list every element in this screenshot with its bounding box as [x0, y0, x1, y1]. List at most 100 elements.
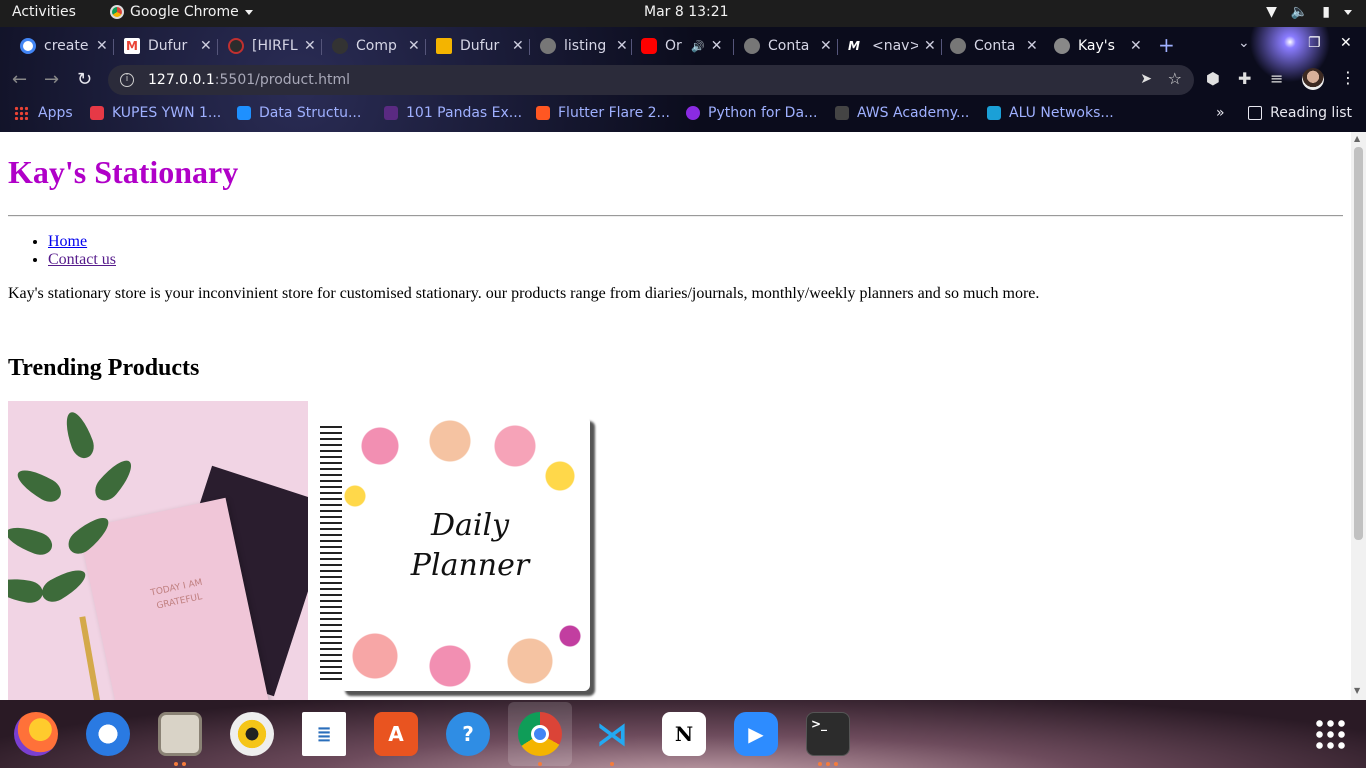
tab-search-button[interactable]: ⌄: [1238, 35, 1250, 51]
bookmark-icon: [686, 106, 700, 120]
tab-title: create: [44, 38, 89, 54]
tab[interactable]: Conta ✕: [744, 33, 832, 59]
tab[interactable]: M Dufur ✕: [124, 33, 212, 59]
bookmark-icon: [90, 106, 104, 120]
close-window-icon[interactable]: ✕: [1340, 35, 1352, 51]
tab[interactable]: create ✕: [20, 33, 108, 59]
scroll-down-icon[interactable]: ▼: [1354, 686, 1360, 695]
bookmark-item[interactable]: Flutter Flare 2...: [536, 105, 670, 121]
vertical-scrollbar[interactable]: ▲ ▼: [1351, 132, 1366, 700]
profile-avatar[interactable]: [1302, 68, 1324, 90]
writer-icon[interactable]: ≣: [302, 712, 346, 756]
tab[interactable]: Dufur ✕: [436, 33, 524, 59]
app-menu[interactable]: Google Chrome: [110, 4, 253, 20]
globe-icon: [540, 38, 556, 54]
bookmark-item[interactable]: Python for Da...: [686, 105, 817, 121]
github-icon: [332, 38, 348, 54]
activities-button[interactable]: Activities: [12, 4, 76, 20]
firefox-icon[interactable]: [14, 712, 58, 756]
close-icon[interactable]: ✕: [200, 38, 212, 54]
globe-icon: [1054, 38, 1070, 54]
tab[interactable]: M <nav> ✕: [848, 33, 936, 59]
product-image-planner[interactable]: Daily Planner: [320, 401, 620, 700]
chrome-dock-icon[interactable]: [518, 712, 562, 756]
menu-kebab-icon[interactable]: ⋮: [1340, 68, 1356, 87]
more-bookmarks-icon[interactable]: »: [1216, 105, 1225, 121]
zoom-icon[interactable]: ▶: [734, 712, 778, 756]
bookmark-star-icon[interactable]: ☆: [1168, 69, 1182, 88]
send-icon[interactable]: ➤: [1140, 71, 1152, 87]
tab-title: <nav>: [872, 38, 918, 54]
reading-list-button[interactable]: Reading list: [1248, 105, 1352, 121]
reload-button[interactable]: ↻: [77, 69, 92, 90]
bookmark-item[interactable]: ALU Netwoks...: [987, 105, 1114, 121]
tab-title: Conta: [974, 38, 1016, 54]
bookmark-item[interactable]: KUPES YWN 1...: [90, 105, 221, 121]
terminal-icon[interactable]: >_: [806, 712, 850, 756]
bookmark-apps[interactable]: Apps: [14, 105, 73, 121]
close-icon[interactable]: ✕: [512, 38, 524, 54]
tab-title: Conta: [768, 38, 810, 54]
product-image-journal[interactable]: TODAY I AM GRATEFUL: [8, 401, 308, 700]
youtube-icon: [641, 38, 657, 54]
tab[interactable]: [HIRFL ✕: [228, 33, 316, 59]
extensions-puzzle-icon[interactable]: ✚: [1238, 69, 1251, 88]
new-tab-button[interactable]: +: [1158, 33, 1175, 57]
scroll-up-icon[interactable]: ▲: [1354, 134, 1360, 143]
browser-toolbar: ← → ↻ i 127.0.0.1:5501/product.html ➤ ☆ …: [0, 65, 1366, 97]
scrollbar-thumb[interactable]: [1354, 147, 1363, 540]
close-icon[interactable]: ✕: [304, 38, 316, 54]
media-control-icon[interactable]: ≡: [1270, 69, 1283, 88]
back-button[interactable]: ←: [12, 69, 27, 90]
files-icon[interactable]: [158, 712, 202, 756]
help-icon[interactable]: ?: [446, 712, 490, 756]
product-gallery: TODAY I AM GRATEFUL Daily Planner: [8, 401, 620, 700]
vscode-icon[interactable]: ⋊: [590, 712, 634, 756]
forward-button[interactable]: →: [44, 69, 59, 90]
nav-link-home[interactable]: Home: [48, 233, 87, 250]
tab-active[interactable]: Kay's ✕: [1054, 33, 1142, 59]
page-title: Kay's Stationary: [8, 154, 239, 190]
bookmark-label: Flutter Flare 2...: [558, 105, 670, 121]
close-icon[interactable]: ✕: [408, 38, 420, 54]
close-icon[interactable]: ✕: [96, 38, 108, 54]
bookmark-label: Apps: [38, 105, 73, 121]
show-applications-icon[interactable]: [1314, 718, 1346, 750]
address-bar[interactable]: i 127.0.0.1:5501/product.html ➤ ☆: [108, 65, 1194, 95]
bookmark-icon: [237, 106, 251, 120]
bookmark-item[interactable]: Data Structu...: [237, 105, 361, 121]
notion-icon[interactable]: N: [662, 712, 706, 756]
close-icon[interactable]: ✕: [1026, 38, 1038, 54]
thunderbird-icon[interactable]: [86, 712, 130, 756]
bookmark-item[interactable]: 101 Pandas Ex...: [384, 105, 522, 121]
url-text: 127.0.0.1:5501/product.html: [148, 72, 351, 88]
bookmark-icon: [384, 106, 398, 120]
extension-cube-icon[interactable]: ⬢: [1206, 69, 1220, 88]
tab-title: Kay's: [1078, 38, 1115, 54]
rhythmbox-icon[interactable]: [230, 712, 274, 756]
tab-title: Comp: [356, 38, 397, 54]
nav-link-contact[interactable]: Contact us: [48, 251, 116, 268]
clock[interactable]: Mar 8 13:21: [644, 4, 729, 20]
tab[interactable]: Or 🔊 ✕: [641, 33, 722, 59]
tab[interactable]: Comp ✕: [332, 33, 420, 59]
globe-icon: [950, 38, 966, 54]
close-icon[interactable]: ✕: [711, 38, 723, 54]
close-icon[interactable]: ✕: [1130, 38, 1142, 54]
tab-strip: create ✕ M Dufur ✕ [HIRFL ✕ Comp ✕ Dufur ✕ lis…: [0, 27, 1366, 61]
info-icon[interactable]: i: [120, 73, 134, 87]
close-icon[interactable]: ✕: [616, 38, 628, 54]
tab[interactable]: listing ✕: [540, 33, 628, 59]
restore-icon[interactable]: ❐: [1308, 35, 1321, 51]
system-status-area[interactable]: ▼ 🔈 ▮: [1266, 4, 1352, 20]
bookmark-item[interactable]: AWS Academy...: [835, 105, 969, 121]
tab[interactable]: Conta ✕: [950, 33, 1038, 59]
reading-list-icon: [1248, 106, 1263, 120]
close-icon[interactable]: ✕: [820, 38, 832, 54]
chrome-icon: [110, 5, 124, 19]
site-icon: [228, 38, 244, 54]
wifi-icon: ▼: [1266, 4, 1277, 20]
audio-playing-icon[interactable]: 🔊: [691, 40, 705, 53]
close-icon[interactable]: ✕: [924, 38, 936, 54]
ubuntu-software-icon[interactable]: A: [374, 712, 418, 756]
